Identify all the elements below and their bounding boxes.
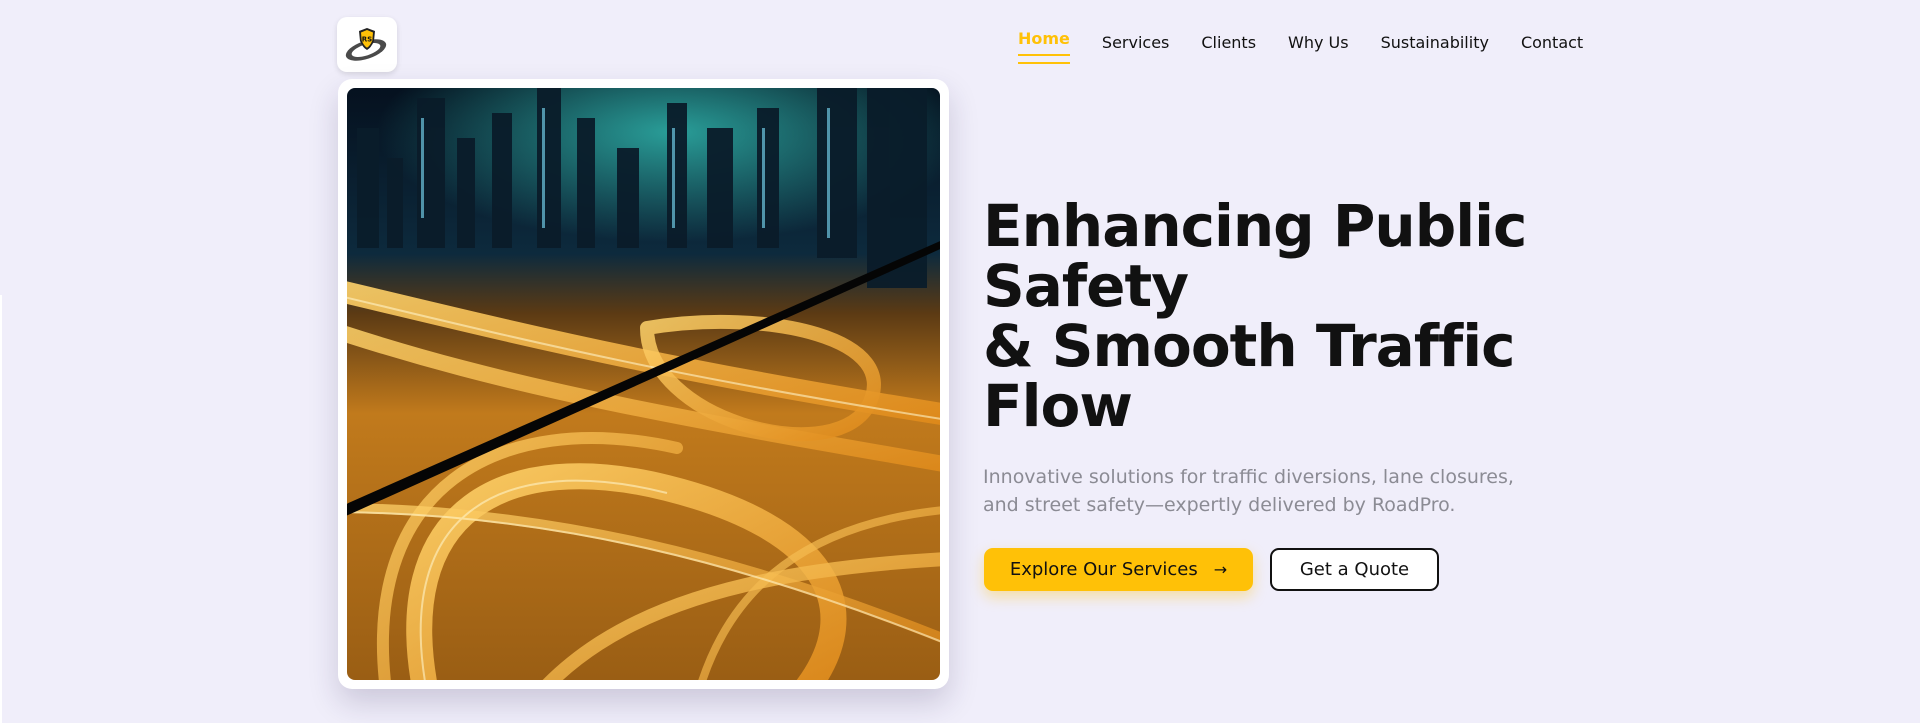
nav-home[interactable]: Home [1018,28,1070,64]
hero-title-line: Enhancing Public [983,192,1527,260]
main-nav: Home Services Clients Why Us Sustainabil… [1018,28,1583,64]
arrow-right-icon: → [1213,559,1228,579]
explore-services-button[interactable]: Explore Our Services → [984,548,1253,591]
hero-title-line: & Smooth Traffic [983,312,1516,380]
shield-ring-logo-icon: RS [345,27,387,61]
nav-clients[interactable]: Clients [1201,28,1256,58]
hero-image [347,88,940,680]
hero-subtitle-line: Innovative solutions for traffic diversi… [983,466,1514,488]
logo-text: RS [362,35,372,43]
hero-image-card [338,79,949,689]
nav-contact[interactable]: Contact [1521,28,1583,58]
hero-subtitle: Innovative solutions for traffic diversi… [983,463,1583,519]
site-logo[interactable]: RS [337,17,397,72]
page-edge-strip [0,295,2,723]
hero-title-line: Safety [983,252,1189,320]
get-quote-label: Get a Quote [1299,559,1410,580]
hero-title: Enhancing Public Safety & Smooth Traffic… [983,196,1603,436]
nav-sustainability[interactable]: Sustainability [1381,28,1489,58]
hero-subtitle-line: and street safety—expertly delivered by … [983,494,1456,516]
nav-why-us[interactable]: Why Us [1288,28,1349,58]
nav-services[interactable]: Services [1102,28,1169,58]
explore-services-label: Explore Our Services [1009,559,1198,580]
get-quote-button[interactable]: Get a Quote [1270,548,1439,591]
hero-title-line: Flow [983,372,1133,440]
